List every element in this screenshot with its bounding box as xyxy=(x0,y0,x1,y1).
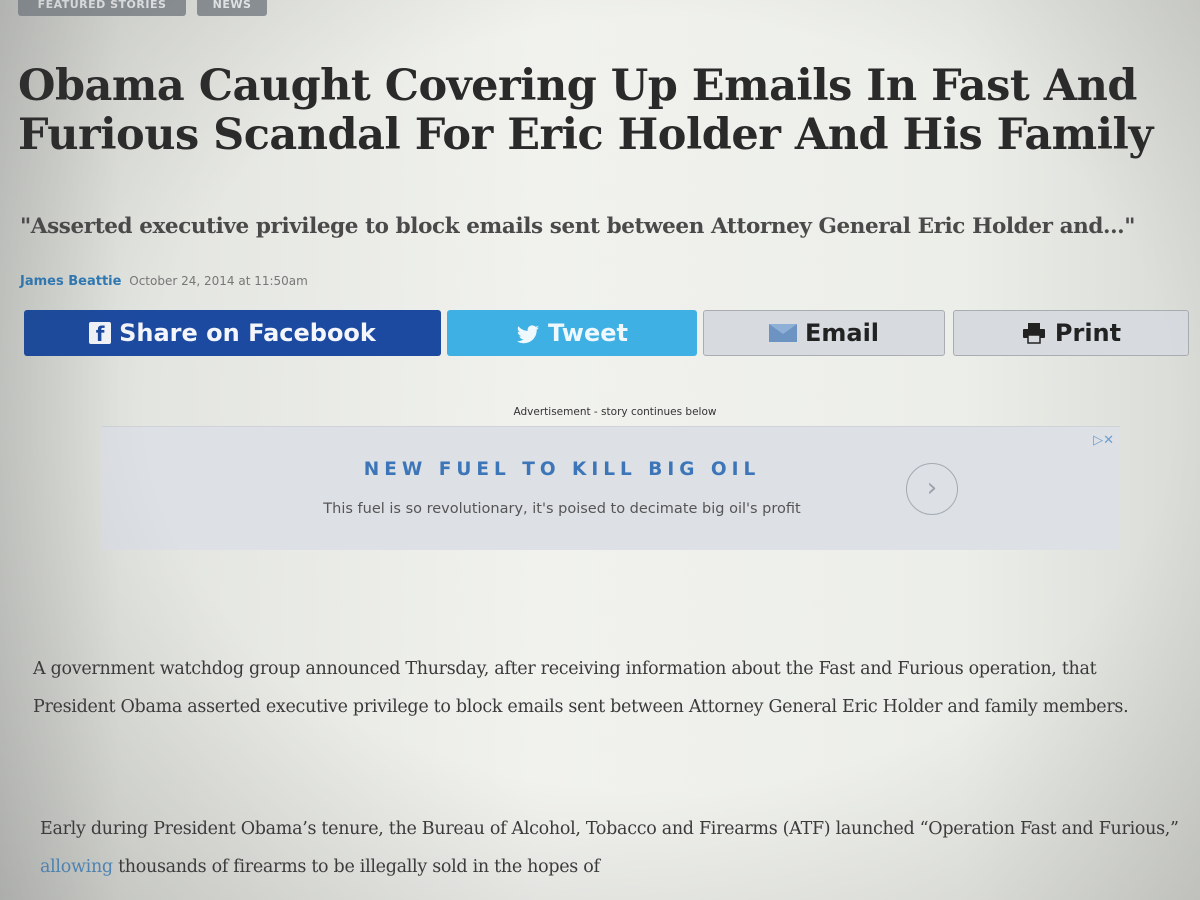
print-label: Print xyxy=(1054,319,1122,347)
twitter-icon xyxy=(516,323,540,344)
tweet-label: Tweet xyxy=(548,319,628,347)
byline: James Beattie October 24, 2014 at 11:50a… xyxy=(20,274,308,289)
envelope-icon xyxy=(768,324,797,342)
advertisement-banner[interactable]: ▷✕ NEW FUEL TO KILL BIG OIL This fuel is… xyxy=(102,426,1120,550)
paragraph-2-text-after: thousands of firearms to be illegally so… xyxy=(112,857,600,877)
article-title: Obama Caught Covering Up Emails In Fast … xyxy=(18,61,1153,160)
share-facebook-label: Share on Facebook xyxy=(119,319,376,347)
article-paragraph-2: Early during President Obama’s tenure, t… xyxy=(40,810,1180,886)
author-link[interactable]: James Beattie xyxy=(20,274,121,289)
article-paragraph-1: A government watchdog group announced Th… xyxy=(33,659,1129,717)
allowing-link[interactable]: allowing xyxy=(40,857,113,877)
facebook-icon: f xyxy=(89,322,112,346)
email-button[interactable]: Email xyxy=(703,310,945,356)
ad-label: Advertisement - story continues below xyxy=(513,406,717,418)
ad-subtext: This fuel is so revolutionary, it's pois… xyxy=(323,501,801,517)
ad-headline[interactable]: NEW FUEL TO KILL BIG OIL xyxy=(102,459,1022,480)
share-facebook-button[interactable]: f Share on Facebook xyxy=(24,310,441,356)
printer-icon xyxy=(1021,322,1047,344)
email-label: Email xyxy=(804,319,880,347)
ad-arrow-icon[interactable]: › xyxy=(906,463,958,515)
ad-close-icon[interactable]: ▷✕ xyxy=(1093,433,1114,448)
publish-date: October 24, 2014 at 11:50am xyxy=(129,274,308,288)
paragraph-2-text-before: Early during President Obama’s tenure, t… xyxy=(40,819,1179,839)
article-dek: "Asserted executive privilege to block e… xyxy=(20,214,1136,239)
category-tag-news[interactable]: NEWS xyxy=(197,0,267,16)
print-button[interactable]: Print xyxy=(953,310,1189,356)
tweet-button[interactable]: Tweet xyxy=(447,310,697,356)
category-tag-featured[interactable]: FEATURED STORIES xyxy=(18,0,186,16)
